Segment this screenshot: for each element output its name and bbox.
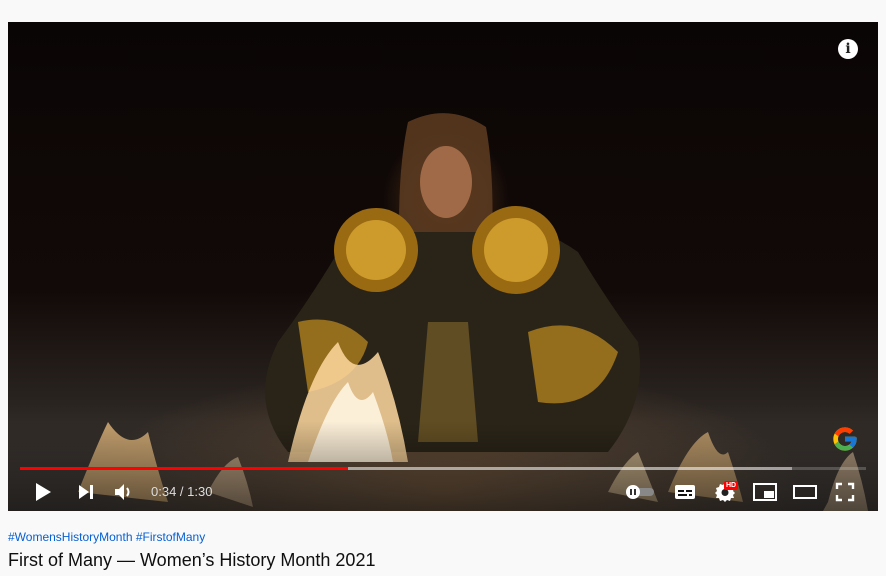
video-meta: #WomensHistoryMonth #FirstofMany First o… bbox=[8, 530, 375, 571]
play-button[interactable] bbox=[28, 474, 58, 510]
autoplay-toggle[interactable] bbox=[623, 474, 657, 510]
hd-badge: HD bbox=[724, 481, 739, 490]
duration: 1:30 bbox=[187, 484, 213, 499]
volume-icon bbox=[115, 484, 130, 500]
captions-button[interactable] bbox=[670, 474, 700, 510]
next-button[interactable] bbox=[71, 474, 101, 510]
info-icon[interactable]: i bbox=[838, 39, 858, 59]
autoplay-toggle-icon bbox=[626, 485, 654, 499]
google-logo bbox=[833, 427, 857, 451]
theater-mode-button[interactable] bbox=[790, 474, 820, 510]
current-time: 0:34 bbox=[151, 484, 177, 499]
next-icon bbox=[79, 485, 93, 499]
progress-bar[interactable] bbox=[20, 467, 866, 470]
progress-played bbox=[20, 467, 349, 470]
captions-icon bbox=[675, 485, 695, 499]
player-controls: 0:34 / 1:30 HD bbox=[8, 474, 878, 510]
hashtag-link[interactable]: #FirstofMany bbox=[136, 530, 205, 544]
hashtags: #WomensHistoryMonth #FirstofMany bbox=[8, 530, 375, 545]
miniplayer-icon bbox=[753, 483, 777, 501]
play-icon bbox=[36, 483, 51, 501]
mute-button[interactable] bbox=[109, 474, 139, 510]
time-separator: / bbox=[176, 484, 188, 499]
hashtag-link[interactable]: #WomensHistoryMonth bbox=[8, 530, 133, 544]
theater-mode-icon bbox=[793, 485, 817, 499]
miniplayer-button[interactable] bbox=[750, 474, 780, 510]
settings-button[interactable]: HD bbox=[710, 474, 740, 510]
fullscreen-button[interactable] bbox=[830, 474, 860, 510]
fullscreen-icon bbox=[835, 482, 855, 502]
video-player[interactable]: i 0:34 / 1:30 HD bbox=[8, 22, 878, 511]
video-title: First of Many — Women’s History Month 20… bbox=[8, 550, 376, 570]
time-display: 0:34 / 1:30 bbox=[151, 474, 212, 510]
